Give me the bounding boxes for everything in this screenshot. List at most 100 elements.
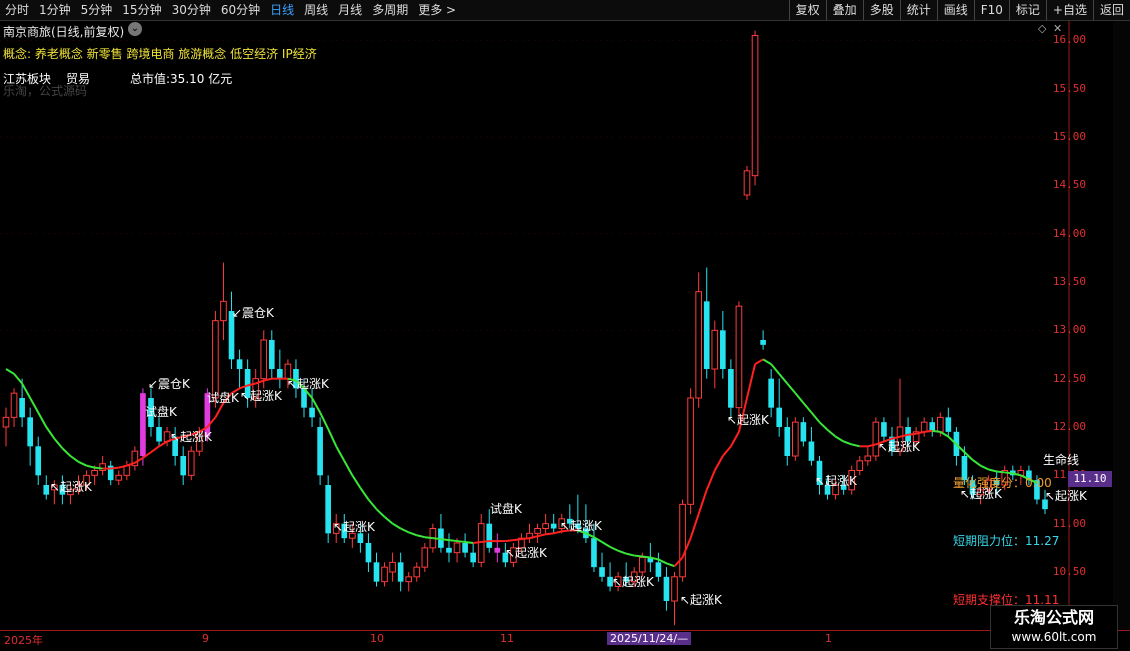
toolbar-button[interactable]: 统计	[899, 0, 937, 20]
life-line-segment	[609, 545, 619, 552]
life-line-segment	[802, 402, 813, 414]
candle-body	[864, 455, 872, 462]
right-side-panel[interactable]	[1113, 21, 1130, 630]
chevron-down-icon[interactable]: ⌄	[128, 22, 142, 36]
candle-body	[768, 378, 774, 408]
candle-body	[180, 456, 187, 476]
life-line-segment	[375, 508, 386, 518]
date-label: 9	[202, 632, 209, 645]
life-line-segment	[45, 426, 56, 440]
life-line-segment	[617, 549, 627, 555]
period-tab[interactable]: 分时	[0, 0, 34, 20]
life-line-segment	[722, 445, 732, 457]
toolbar-button[interactable]: 复权	[788, 0, 826, 20]
toolbar-button[interactable]: 返回	[1092, 0, 1130, 20]
candle-body	[260, 339, 268, 380]
life-line-segment	[78, 460, 87, 467]
candle-body	[156, 427, 162, 442]
signal-label-rise: ↖起涨K	[815, 474, 857, 488]
signal-label-rise: ↖起涨K	[560, 519, 602, 533]
signal-label-rise: ↖起涨K	[1045, 489, 1087, 503]
life-line-segment	[545, 532, 554, 536]
period-tab[interactable]: 周线	[299, 0, 333, 20]
stock-title[interactable]: 南京商旅(日线,前复权)	[3, 23, 124, 40]
selected-date: 2025/11/24/—	[607, 632, 692, 645]
toolbar-button[interactable]: 标记	[1008, 0, 1046, 20]
life-line-segment	[319, 412, 330, 430]
life-line-segment	[754, 358, 764, 366]
price-tick: 13.00	[1052, 323, 1086, 337]
candle-body	[397, 562, 404, 582]
candle-body	[743, 170, 751, 196]
period-tabs: 分时 1分钟 5分钟 15分钟 30分钟 60分钟 日线 周线 月线 多周期 更多 >	[0, 0, 461, 20]
life-line-segment	[521, 537, 530, 541]
period-tab[interactable]: 日线	[265, 0, 299, 20]
date-label: 10	[370, 632, 384, 645]
signal-label-rise: ↖起涨K	[50, 480, 92, 494]
candle-body	[268, 340, 275, 369]
candle-body	[945, 417, 952, 432]
life-line-label: 生命线	[1043, 453, 1080, 467]
period-tab[interactable]: 多周期	[367, 0, 413, 20]
life-line-segment	[770, 363, 780, 375]
candle-body	[187, 450, 195, 476]
watermark: 乐淘，公式源码	[3, 84, 88, 98]
life-line-segment	[110, 466, 119, 470]
life-line-segment	[713, 455, 724, 471]
life-line-segment	[730, 431, 740, 447]
toolbar-button[interactable]: 多股	[862, 0, 900, 20]
kline-chart[interactable]	[0, 21, 1070, 630]
toolbar-button[interactable]: F10	[973, 0, 1009, 20]
life-line-segment	[481, 540, 490, 544]
life-line-segment	[473, 541, 482, 544]
period-tab[interactable]: 30分钟	[167, 0, 216, 20]
candle-body	[365, 543, 372, 563]
signal-label-rise: ↖起涨K	[505, 546, 547, 560]
period-tab[interactable]: 月线	[333, 0, 367, 20]
candle-body	[277, 369, 283, 379]
life-line-segment	[818, 421, 829, 431]
signal-label-rise: ↖起涨K	[878, 440, 920, 454]
life-line-segment	[810, 411, 821, 423]
life-line-segment	[689, 513, 700, 539]
period-tab[interactable]: 更多 >	[413, 0, 461, 20]
date-label: 2025年	[4, 634, 43, 647]
candle-body	[35, 446, 42, 476]
life-line-segment	[980, 464, 990, 471]
signal-label-test: 试盘K	[145, 405, 177, 419]
life-line-segment	[456, 540, 466, 544]
candle-body	[2, 416, 10, 428]
candle-body	[381, 566, 388, 583]
period-tab[interactable]: 5分钟	[76, 0, 118, 20]
signal-label-test: 试盘K	[207, 391, 239, 405]
toolbar-button[interactable]: 叠加	[825, 0, 863, 20]
candle-body	[655, 562, 662, 577]
life-line-segment	[37, 412, 48, 428]
current-price-tag: 11.10	[1068, 471, 1112, 487]
life-line-segment	[625, 552, 635, 557]
life-line-segment	[29, 397, 40, 413]
price-tick: 14.00	[1052, 226, 1086, 240]
toolbar-button[interactable]: +自选	[1045, 0, 1093, 20]
kline-svg[interactable]	[0, 21, 1070, 630]
candle-body	[494, 547, 501, 553]
signal-label-rise: ↖起涨K	[960, 487, 1002, 501]
period-tab[interactable]: 60分钟	[216, 0, 265, 20]
life-line-segment	[94, 466, 103, 470]
period-toolbar: 分时 1分钟 5分钟 15分钟 30分钟 60分钟 日线 周线 月线 多周期 更多 > 复权 叠加 多股…	[0, 0, 1130, 21]
life-line-segment	[424, 536, 433, 540]
price-tick: 11.00	[1052, 516, 1086, 530]
candle-body	[212, 320, 219, 399]
life-line-segment	[158, 440, 168, 448]
candle-body	[405, 576, 413, 583]
life-line-segment	[924, 429, 933, 433]
candle-body	[462, 543, 468, 553]
period-tab[interactable]: 1分钟	[34, 0, 76, 20]
candle-body	[800, 422, 807, 442]
candle-body	[808, 441, 815, 461]
life-line-segment	[762, 358, 772, 366]
toolbar-button[interactable]: 画线	[936, 0, 974, 20]
site-logo: 乐淘公式网 www.60lt.com	[990, 605, 1118, 649]
life-line-segment	[601, 541, 611, 548]
period-tab[interactable]: 15分钟	[117, 0, 166, 20]
